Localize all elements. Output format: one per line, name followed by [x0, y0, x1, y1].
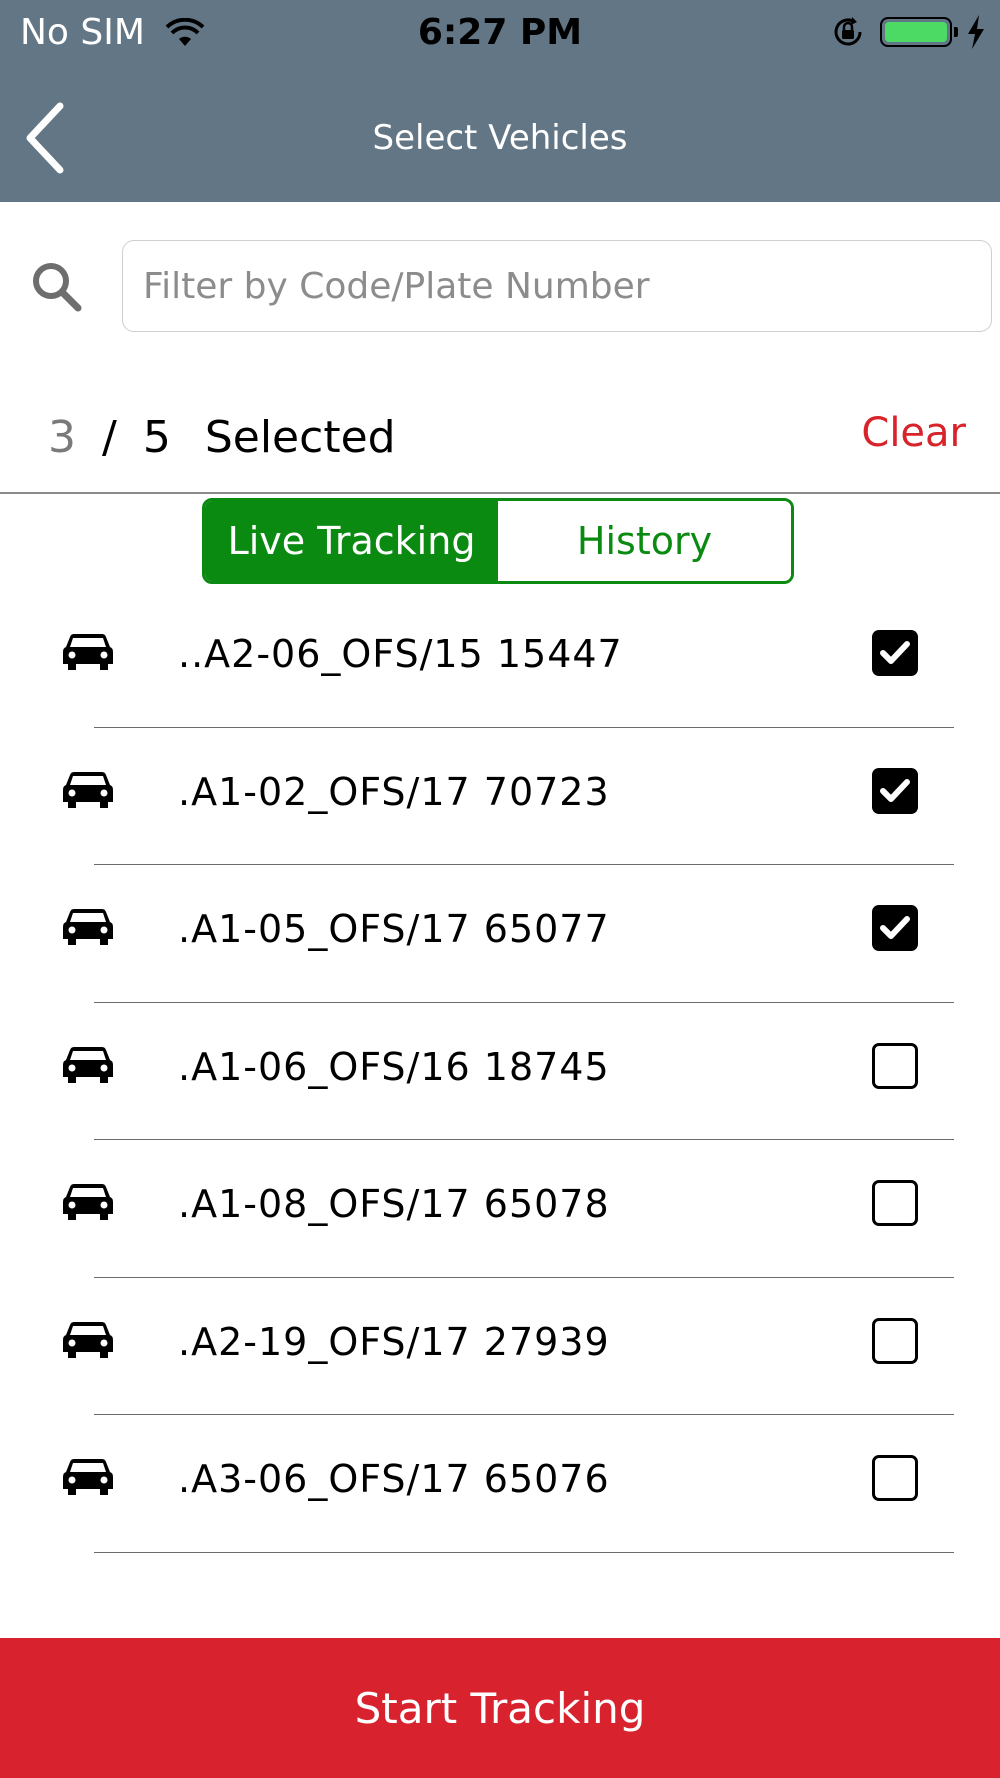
battery-level [885, 22, 947, 42]
row-divider [94, 1551, 954, 1553]
vehicle-checkbox[interactable] [872, 905, 918, 951]
status-bar: No SIM 6:27 PM [0, 0, 1000, 70]
vehicle-row[interactable]: .A1-06_OFS/16 18745 [0, 1003, 1000, 1140]
tab-history[interactable]: History [498, 501, 791, 581]
clear-button[interactable]: Clear [861, 410, 966, 456]
page-title: Select Vehicles [372, 118, 628, 158]
search-icon [33, 263, 82, 312]
vehicle-label: .A1-02_OFS/17 70723 [178, 769, 610, 814]
vehicle-row[interactable]: .A1-05_OFS/17 65077 [0, 865, 1000, 1003]
car-icon [62, 1318, 114, 1364]
count-separator: / [102, 412, 117, 463]
vehicle-row[interactable]: .A2-19_OFS/17 27939 [0, 1278, 1000, 1415]
vehicle-checkbox[interactable] [872, 767, 918, 814]
orientation-lock-icon [834, 17, 862, 46]
car-icon [62, 1455, 114, 1501]
vehicle-checkbox[interactable] [872, 1317, 918, 1364]
start-tracking-button[interactable]: Start Tracking [0, 1638, 1000, 1778]
vehicle-label: .A1-08_OFS/17 65078 [178, 1182, 610, 1226]
battery-icon [880, 17, 958, 47]
vehicle-list: ..A2-06_OFS/15 15447 .A1-02_OFS/17 70723.… [0, 590, 1000, 1553]
tab-live-tracking[interactable]: Live Tracking [205, 501, 498, 581]
vehicle-label: .A1-06_OFS/16 18745 [178, 1044, 610, 1089]
search-bar [0, 202, 1000, 362]
vehicle-checkbox[interactable] [872, 1455, 918, 1501]
selected-label: Selected [204, 412, 396, 463]
vehicle-checkbox[interactable] [872, 630, 918, 676]
vehicle-row[interactable]: ..A2-06_OFS/15 15447 [0, 590, 1000, 728]
charging-bolt-icon [968, 15, 984, 49]
car-icon [62, 768, 114, 814]
selected-count: 3 [48, 412, 76, 463]
vehicle-row[interactable]: .A1-02_OFS/17 70723 [0, 728, 1000, 865]
vehicle-label: .A1-05_OFS/17 65077 [178, 907, 610, 951]
status-right-group [830, 14, 986, 50]
vehicle-label: .A2-19_OFS/17 27939 [178, 1319, 610, 1364]
nav-bar: Select Vehicles [0, 70, 1000, 202]
vehicle-checkbox[interactable] [872, 1042, 918, 1089]
vehicle-checkbox[interactable] [872, 1180, 918, 1226]
search-input[interactable] [122, 240, 992, 332]
car-icon [62, 1043, 114, 1089]
car-icon [62, 905, 114, 951]
vehicle-row[interactable]: .A3-06_OFS/17 65076 [0, 1415, 1000, 1553]
vehicle-label: ..A2-06_OFS/15 15447 [178, 632, 623, 676]
vehicle-row[interactable]: .A1-08_OFS/17 65078 [0, 1140, 1000, 1278]
car-icon [62, 630, 114, 676]
total-count: 5 [142, 412, 171, 463]
selection-summary: 3 / 5 Selected Clear [0, 362, 1000, 494]
vehicle-label: .A3-06_OFS/17 65076 [178, 1457, 610, 1501]
car-icon [62, 1180, 114, 1226]
selection-count: 3 / 5 Selected [48, 412, 396, 463]
app-header: No SIM 6:27 PM Select Vehicles [0, 0, 1000, 202]
tracking-mode-toggle: Live Tracking History [202, 498, 794, 584]
